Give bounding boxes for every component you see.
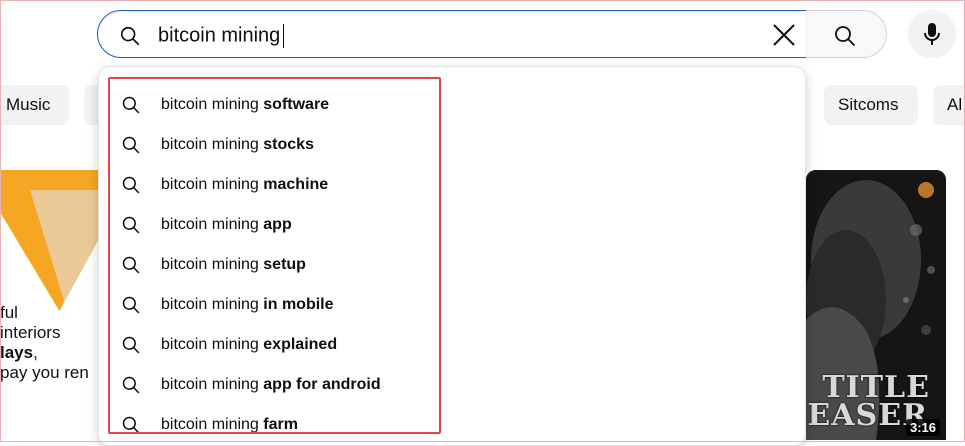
search-query[interactable]: bitcoin mining [158,24,285,48]
thumbnail-text-line: interiors [0,323,61,342]
microphone-icon [924,23,940,45]
suggestion-text: bitcoin mining explained [161,336,338,353]
search-icon [120,26,140,46]
search-icon [122,96,140,114]
suggestion-text: bitcoin mining app for android [161,376,381,393]
thumbnail-text-line: ful [0,303,18,322]
suggestion-text: bitcoin mining machine [161,176,329,193]
suggestion-item[interactable]: bitcoin mining stocks [99,125,439,165]
search-icon [122,296,140,314]
chip-sitcoms[interactable]: Sitcoms [824,85,918,125]
chip-music[interactable]: Music [0,85,69,125]
search-icon [122,256,140,274]
search-icon [122,416,140,434]
video-duration: 3:16 [905,419,940,436]
video-thumbnail-left[interactable]: ful [0,170,104,330]
search-icon [122,176,140,194]
suggestion-item[interactable]: bitcoin mining machine [99,165,439,205]
close-icon[interactable] [768,19,800,51]
search-input[interactable]: bitcoin mining [97,10,807,58]
suggestion-item[interactable]: bitcoin mining explained [99,325,439,365]
suggestion-item[interactable]: bitcoin mining in mobile [99,285,439,325]
voice-search-button[interactable] [908,10,956,58]
search-icon [835,26,855,46]
search-icon [122,216,140,234]
suggestion-item[interactable]: bitcoin mining app [99,205,439,245]
text-caret [283,24,285,48]
chip-all[interactable]: Al [933,85,965,125]
search-icon [122,136,140,154]
suggestion-item[interactable]: bitcoin mining app for android [99,365,439,405]
suggestion-text: bitcoin mining stocks [161,136,314,153]
thumbnail-text-line: pay you ren [0,363,89,382]
search-icon [122,376,140,394]
suggestion-item[interactable]: bitcoin mining setup [99,245,439,285]
thumbnail-text-line: lays, [0,343,38,362]
video-thumbnail-right[interactable]: TITLE EASER 3:16 [806,170,946,440]
suggestion-text: bitcoin mining app [161,216,292,233]
search-icon [122,336,140,354]
suggestion-item[interactable]: bitcoin mining farm [99,405,439,445]
suggestion-item[interactable]: bitcoin mining software [99,85,439,125]
search-suggestions-dropdown: bitcoin mining software bitcoin mining s… [98,66,806,446]
suggestion-text: bitcoin mining setup [161,256,306,273]
search-button[interactable] [806,10,887,58]
suggestion-text: bitcoin mining in mobile [161,296,334,313]
suggestion-text: bitcoin mining farm [161,416,298,433]
suggestion-text: bitcoin mining software [161,96,330,113]
